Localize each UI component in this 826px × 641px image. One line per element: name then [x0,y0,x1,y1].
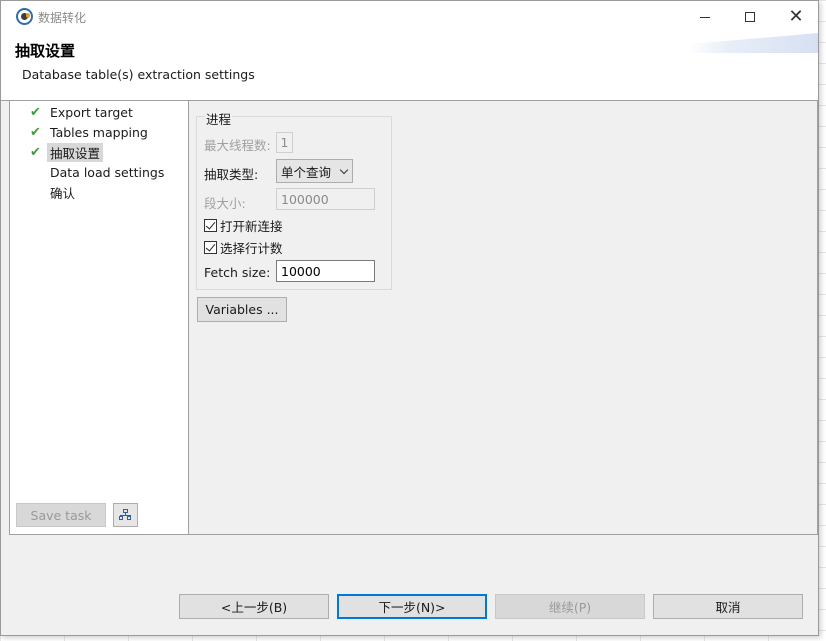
task-tree-button[interactable] [113,503,138,527]
step-label: 抽取设置 [47,143,104,162]
cancel-button[interactable]: 取消 [653,594,803,619]
open-new-connection-option[interactable]: 打开新连接 [204,217,283,234]
segment-size-label: 段大小: [204,196,246,211]
title-bar: 数据转化 ✕ [1,1,818,33]
step-label: Export target [50,105,133,120]
step-extraction-settings[interactable]: ✔ 抽取设置 [26,143,104,162]
save-task-button[interactable]: Save task [16,503,106,527]
back-button[interactable]: <上一步(B) [179,594,329,619]
wizard-header: 抽取设置 Database table(s) extraction settin… [1,33,818,101]
fetch-size-label: Fetch size: [204,265,271,280]
window-title: 数据转化 [38,11,87,25]
page-title: 抽取设置 [15,42,76,60]
extract-type-value: 单个查询 [281,164,332,180]
select-row-count-option[interactable]: 选择行计数 [204,239,283,256]
select-row-count-label: 选择行计数 [220,240,283,256]
max-threads-label: 最大线程数: [204,138,271,153]
close-icon: ✕ [788,6,804,27]
continue-button[interactable]: 继续(P) [495,594,645,619]
step-confirm[interactable]: 确认 [26,183,75,202]
chevron-down-icon [339,165,349,175]
check-icon: ✔ [30,125,41,140]
step-label: Tables mapping [50,125,148,140]
step-tables-mapping[interactable]: ✔ Tables mapping [26,123,148,142]
segment-size-field: 100000 [276,188,375,210]
settings-panel: 进程 最大线程数: 1 抽取类型: 单个查询 段大小: 100000 打开新连接… [189,101,818,534]
wizard-footer: <上一步(B) 下一步(N)> 继续(P) 取消 [9,534,818,635]
wizard-steps-panel: ✔ Export target ✔ Tables mapping ✔ 抽取设置 … [9,101,189,534]
minimize-icon [700,16,710,18]
maximize-button[interactable] [727,1,773,33]
open-new-connection-label: 打开新连接 [220,218,283,234]
hierarchy-icon [119,509,132,521]
close-button[interactable]: ✕ [773,1,819,33]
group-title: 进程 [205,109,233,128]
data-transfer-dialog: 数据转化 ✕ 抽取设置 Database table(s) extraction… [0,0,819,636]
extract-type-label: 抽取类型: [204,167,259,182]
step-export-target[interactable]: ✔ Export target [26,103,133,122]
open-new-connection-checkbox[interactable] [204,218,217,232]
minimize-button[interactable] [682,1,728,33]
extract-type-select[interactable]: 单个查询 [276,159,353,183]
next-button[interactable]: 下一步(N)> [337,594,487,619]
app-logo-icon [16,8,33,25]
select-row-count-checkbox[interactable] [204,240,217,254]
fetch-size-input[interactable]: 10000 [276,260,375,282]
check-icon: ✔ [30,105,41,120]
page-subtitle: Database table(s) extraction settings [22,67,255,82]
step-label: Data load settings [50,165,165,180]
step-label: 确认 [50,186,76,201]
max-threads-field: 1 [276,132,293,153]
variables-button[interactable]: Variables ... [197,297,287,322]
progress-group: 进程 最大线程数: 1 抽取类型: 单个查询 段大小: 100000 打开新连接… [196,109,392,290]
maximize-icon [745,12,755,22]
header-decoration [658,33,818,53]
step-data-load-settings[interactable]: Data load settings [26,163,164,182]
